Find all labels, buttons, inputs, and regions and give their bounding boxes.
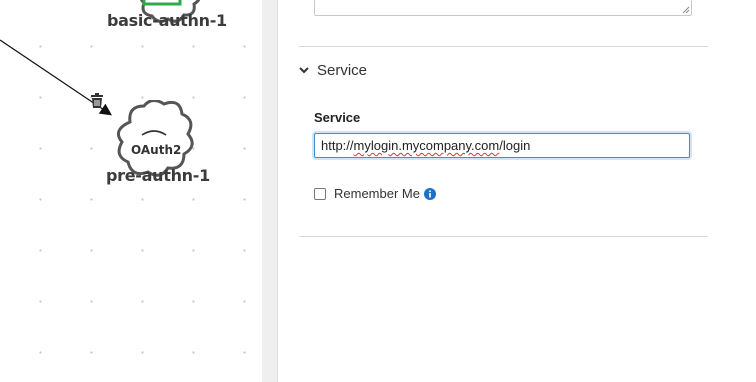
node-label: basic-authn-1 <box>107 11 227 30</box>
trash-icon[interactable] <box>90 93 104 109</box>
service-value-part: mylogin.mycompany.com <box>353 138 500 153</box>
chevron-down-icon <box>299 67 309 74</box>
flow-canvas[interactable]: basic-authn-1 OAuth2 pre-authn-1 <box>0 0 262 382</box>
status-badge <box>142 0 182 6</box>
section-title: Service <box>317 61 368 79</box>
service-label: Service <box>314 110 361 125</box>
resize-grip-icon[interactable] <box>682 6 690 14</box>
section-toggle-service[interactable]: Service <box>298 58 367 82</box>
node-label: pre-authn-1 <box>106 166 210 185</box>
description-textarea[interactable] <box>314 0 692 16</box>
properties-panel: Service Service http://mylogin.mycompany… <box>278 0 756 382</box>
remember-me-label[interactable]: Remember Me <box>334 186 420 201</box>
service-value-part: /login <box>499 138 531 153</box>
remember-me-checkbox[interactable] <box>314 187 326 200</box>
section-divider <box>299 236 708 237</box>
service-value-part: http:// <box>321 138 354 153</box>
section-divider <box>299 46 708 47</box>
remember-me-row[interactable]: Remember Me <box>314 186 436 201</box>
node-type-glyph: OAuth2 <box>131 143 182 157</box>
flow-node-basic-authn[interactable]: basic-authn-1 <box>106 0 227 35</box>
flow-node-pre-authn[interactable]: OAuth2 pre-authn-1 <box>104 100 210 190</box>
service-input[interactable]: http://mylogin.mycompany.com/login <box>314 133 690 158</box>
panel-divider[interactable] <box>262 0 278 382</box>
edge-layer <box>0 39 112 116</box>
info-icon[interactable] <box>423 187 436 200</box>
